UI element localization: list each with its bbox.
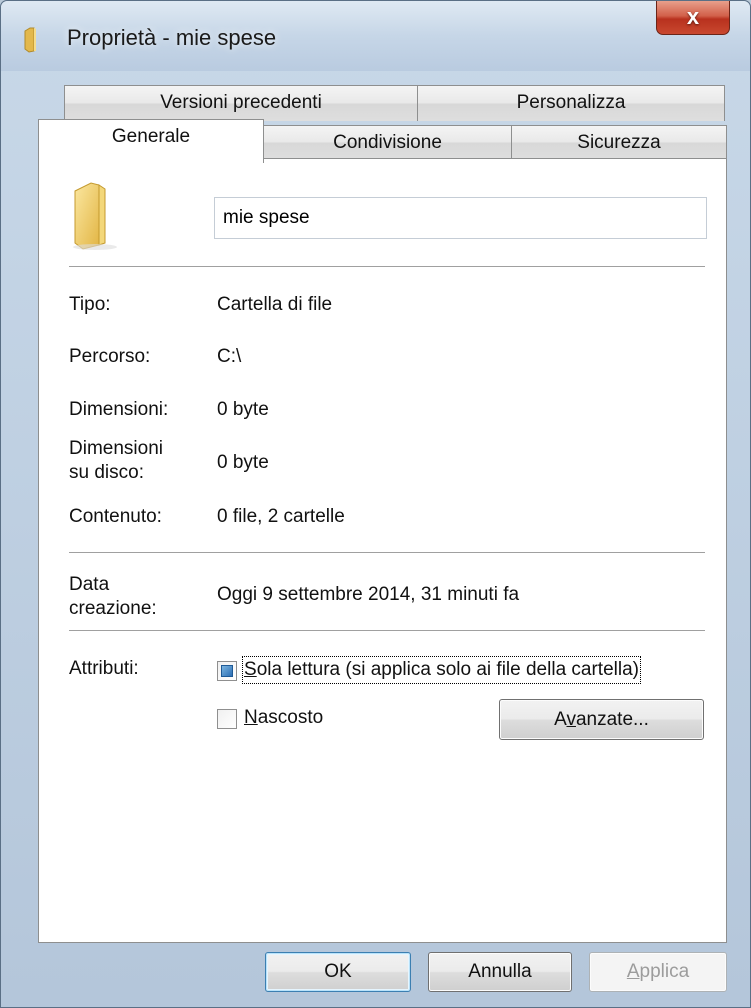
hidden-label[interactable]: Nascosto	[244, 706, 323, 730]
title-bar[interactable]: Proprietà - mie spese x	[1, 1, 750, 71]
size-on-disk-value: 0 byte	[217, 452, 269, 473]
created-label: Data creazione:	[69, 574, 157, 619]
close-button[interactable]: x	[656, 1, 730, 35]
location-value: C:\	[217, 346, 242, 367]
tab-generale[interactable]: Generale	[38, 119, 264, 163]
size-value: 0 byte	[217, 399, 269, 420]
apply-button: Applica	[589, 952, 727, 992]
advanced-button-label: Avanzate...	[554, 709, 649, 730]
advanced-button[interactable]: Avanzate...	[499, 699, 704, 740]
folder-name-field[interactable]: mie spese	[214, 197, 707, 239]
type-value: Cartella di file	[217, 294, 333, 315]
created-value: Oggi 9 settembre 2014, 31 minuti fa	[217, 584, 520, 605]
contents-value: 0 file, 2 cartelle	[217, 506, 345, 527]
ok-button[interactable]: OK	[265, 952, 411, 992]
contents-label: Contenuto:	[69, 506, 162, 527]
attributes-label: Attributi:	[69, 658, 139, 679]
window-title: Proprietà - mie spese	[67, 25, 277, 50]
tab-personalizza[interactable]: Personalizza	[417, 85, 725, 121]
separator	[69, 630, 705, 632]
size-label: Dimensioni:	[69, 399, 169, 420]
separator	[69, 266, 705, 268]
close-icon: x	[686, 4, 700, 29]
tab-versioni-precedenti[interactable]: Versioni precedenti	[64, 85, 418, 121]
separator	[69, 552, 705, 554]
readonly-label[interactable]: Sola lettura (si applica solo ai file de…	[242, 656, 641, 684]
tab-sicurezza[interactable]: Sicurezza	[511, 125, 727, 159]
tab-condivisione[interactable]: Condivisione	[263, 125, 512, 159]
folder-icon	[69, 181, 139, 256]
general-panel: mie spese Tipo: Cartella di file Percors…	[38, 158, 727, 943]
size-on-disk-label: Dimensioni su disco:	[69, 438, 163, 483]
readonly-checkbox[interactable]	[217, 661, 237, 681]
properties-window: Proprietà - mie spese x Versioni precede…	[0, 0, 751, 1008]
type-label: Tipo:	[69, 294, 111, 315]
cancel-button[interactable]: Annulla	[428, 952, 572, 992]
folder-icon	[23, 27, 49, 58]
location-label: Percorso:	[69, 346, 151, 367]
hidden-checkbox[interactable]	[217, 709, 237, 729]
